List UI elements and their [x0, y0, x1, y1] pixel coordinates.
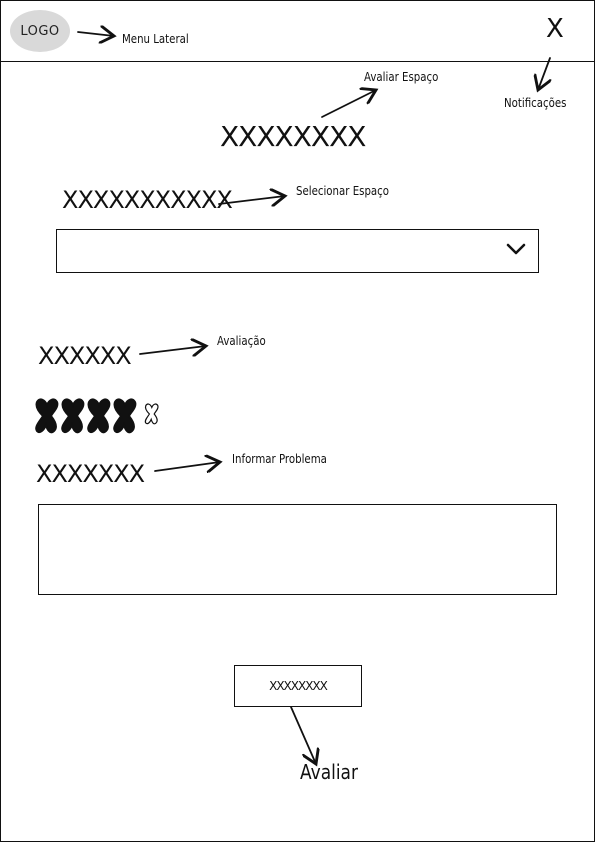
arrow-rating [139, 346, 206, 354]
arrow-select [218, 196, 285, 204]
arrow-menu [77, 32, 114, 36]
annotation-arrows [77, 0, 595, 842]
arrow-submit [290, 706, 316, 764]
arrow-notification [538, 57, 550, 90]
arrow-problem [154, 462, 220, 471]
arrow-title [321, 90, 376, 118]
